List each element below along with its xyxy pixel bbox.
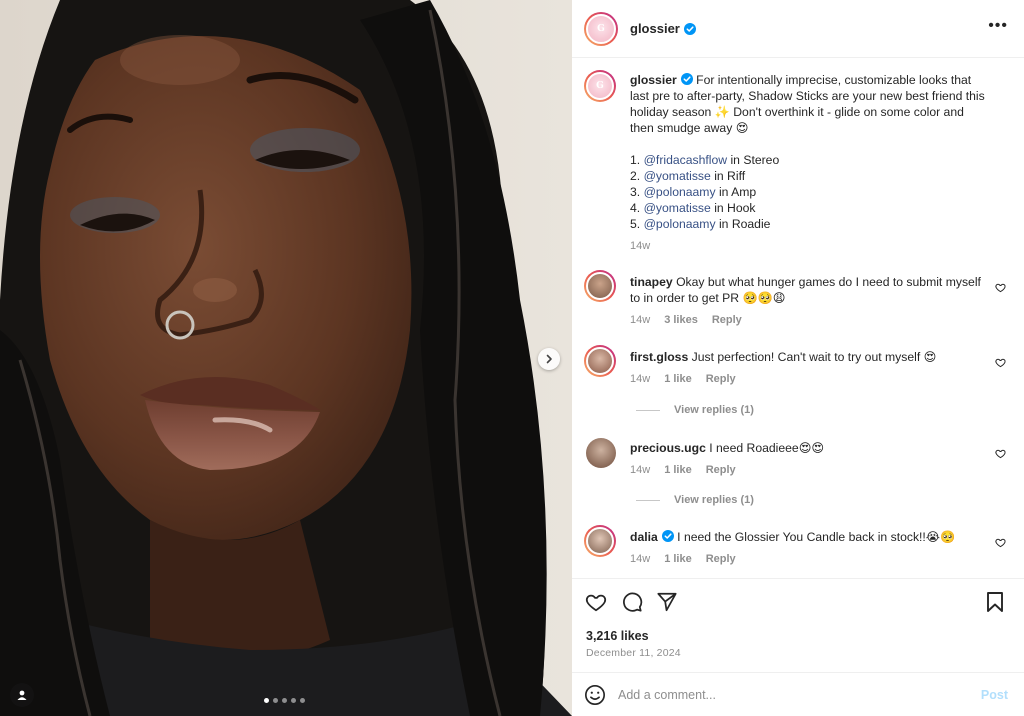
comment-username[interactable]: dalia	[630, 530, 658, 544]
heart-icon[interactable]	[995, 282, 1006, 293]
tagged-users-button[interactable]	[10, 683, 34, 707]
comment: precious.ugc I need Roadieee😍😍 14w 1 lik…	[584, 436, 1014, 516]
view-replies-button[interactable]: View replies (1)	[636, 494, 754, 506]
commenter-avatar[interactable]	[584, 525, 616, 557]
comment-text: Okay but what hunger games do I need to …	[630, 275, 981, 305]
comment: tinapey Okay but what hunger games do I …	[584, 270, 1014, 330]
caption-list-item: 4. @yomatisse in Hook	[630, 201, 756, 215]
comment-likes[interactable]: 3 likes	[664, 314, 698, 326]
author-username[interactable]: glossier	[630, 21, 680, 36]
comment-username[interactable]: precious.ugc	[630, 441, 706, 455]
reply-button[interactable]: Reply	[706, 553, 736, 565]
comment-timestamp[interactable]: 14w	[630, 314, 650, 326]
caption-list-item: 1. @fridacashflow in Stereo	[630, 153, 780, 167]
carousel-indicator	[264, 698, 305, 703]
post-header: G glossier •••	[572, 0, 1024, 58]
mention-link[interactable]: @yomatisse	[644, 169, 711, 183]
post-actions: 3,216 likes December 11, 2024	[572, 578, 1024, 659]
verified-badge-icon	[680, 73, 693, 85]
comment-input[interactable]	[618, 687, 948, 702]
carousel-dot	[300, 698, 305, 703]
glossier-logo-icon: G	[597, 23, 605, 34]
comment-text-block: dalia I need the Glossier You Candle bac…	[630, 529, 990, 545]
comment-timestamp[interactable]: 14w	[630, 373, 650, 385]
comment: dalia I need the Glossier You Candle bac…	[584, 525, 1014, 570]
comment-meta: 14w 1 like Reply	[630, 553, 736, 565]
comment-text: I need Roadieee😍😍	[709, 441, 825, 455]
post-photo	[0, 0, 572, 716]
carousel-dot	[282, 698, 287, 703]
user-icon	[17, 690, 27, 700]
share-send-icon[interactable]	[656, 591, 678, 613]
likes-count[interactable]: 3,216 likes	[586, 629, 649, 643]
comment-username[interactable]: tinapey	[630, 275, 673, 289]
author-avatar[interactable]: G	[584, 70, 616, 102]
comment-meta: 14w 3 likes Reply	[630, 314, 742, 326]
caption-list-item: 2. @yomatisse in Riff	[630, 169, 746, 183]
comment-meta: 14w 1 like Reply	[630, 373, 736, 385]
caption-text-block: glossier For intentionally imprecise, cu…	[630, 72, 990, 232]
carousel-dot	[273, 698, 278, 703]
caption-meta: 14w	[630, 240, 650, 252]
comment-timestamp[interactable]: 14w	[630, 464, 650, 476]
comment-text-block: precious.ugc I need Roadieee😍😍	[630, 440, 990, 456]
chevron-right-icon	[546, 354, 552, 364]
carousel-dot	[264, 698, 269, 703]
comment-text: I need the Glossier You Candle back in s…	[677, 530, 956, 544]
comment-bubble-icon[interactable]	[621, 591, 643, 613]
emoji-icon[interactable]	[584, 684, 606, 706]
caption-list-item: 5. @polonaamy in Roadie	[630, 217, 771, 231]
reply-button[interactable]: Reply	[706, 464, 736, 476]
comment-username[interactable]: first.gloss	[630, 350, 688, 364]
commenter-avatar[interactable]	[584, 345, 616, 377]
comment-likes[interactable]: 1 like	[664, 553, 692, 565]
heart-icon[interactable]	[995, 357, 1006, 368]
comment-text-block: tinapey Okay but what hunger games do I …	[630, 274, 990, 306]
post-date[interactable]: December 11, 2024	[586, 647, 681, 659]
post-media[interactable]	[0, 0, 572, 716]
post-details-panel: G glossier ••• G glossier For intentiona…	[572, 0, 1024, 716]
view-replies-label: View replies (1)	[674, 494, 754, 506]
comment-likes[interactable]: 1 like	[664, 464, 692, 476]
comment-likes[interactable]: 1 like	[664, 373, 692, 385]
carousel-dot	[291, 698, 296, 703]
divider	[636, 409, 660, 411]
mention-link[interactable]: @fridacashflow	[644, 153, 728, 167]
divider	[636, 499, 660, 501]
comment: first.gloss Just perfection! Can't wait …	[584, 345, 1014, 435]
verified-badge-icon	[683, 22, 696, 35]
post-comment-button[interactable]: Post	[981, 688, 1008, 702]
carousel-next-button[interactable]	[538, 348, 560, 370]
commenter-avatar[interactable]	[586, 438, 616, 468]
view-replies-button[interactable]: View replies (1)	[636, 404, 754, 416]
reply-button[interactable]: Reply	[712, 314, 742, 326]
like-heart-icon[interactable]	[585, 591, 607, 613]
comment-text: Just perfection! Can't wait to try out m…	[691, 350, 937, 364]
commenter-avatar[interactable]	[584, 270, 616, 302]
reply-button[interactable]: Reply	[706, 373, 736, 385]
mention-link[interactable]: @polonaamy	[644, 217, 716, 231]
comment-timestamp[interactable]: 14w	[630, 553, 650, 565]
view-replies-label: View replies (1)	[674, 404, 754, 416]
comment-meta: 14w 1 like Reply	[630, 464, 736, 476]
heart-icon[interactable]	[995, 537, 1006, 548]
bookmark-icon[interactable]	[985, 591, 1005, 613]
mention-link[interactable]: @polonaamy	[644, 185, 716, 199]
comment-text-block: first.gloss Just perfection! Can't wait …	[630, 349, 990, 365]
comment-composer: Post	[572, 672, 1024, 716]
glossier-logo-icon: G	[596, 81, 604, 91]
caption-username[interactable]: glossier	[630, 73, 677, 87]
mention-link[interactable]: @yomatisse	[644, 201, 711, 215]
author-avatar[interactable]: G	[584, 11, 618, 46]
caption-timestamp[interactable]: 14w	[630, 240, 650, 252]
more-options-button[interactable]: •••	[988, 18, 1008, 34]
caption: G glossier For intentionally imprecise, …	[584, 70, 1014, 255]
verified-badge-icon	[661, 530, 674, 542]
caption-list-item: 3. @polonaamy in Amp	[630, 185, 757, 199]
heart-icon[interactable]	[995, 448, 1006, 459]
